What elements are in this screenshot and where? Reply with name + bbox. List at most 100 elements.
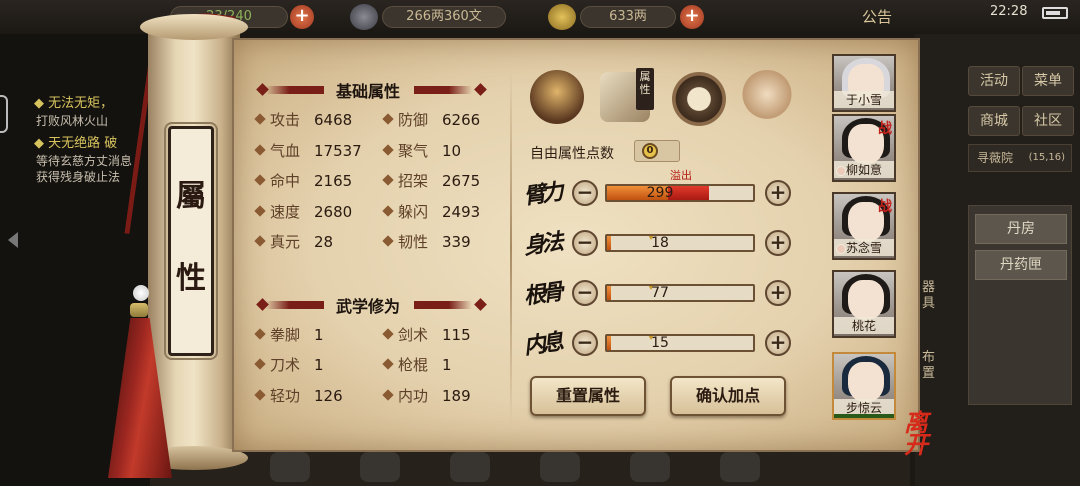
notice-button[interactable]: 公告 xyxy=(862,6,892,27)
stat-dodge: 躲闪 2493 xyxy=(382,202,480,222)
quest-title-2[interactable]: ◆ 天无绝路 破 xyxy=(34,132,117,151)
martial-lightness: 轻功 126 xyxy=(254,386,343,406)
room-item-danyaoxia[interactable]: 丹药匣 xyxy=(975,250,1067,280)
overflow-label: 溢出 xyxy=(670,169,692,182)
left-arrow-icon[interactable] xyxy=(8,232,18,248)
breath-minus-button[interactable]: − xyxy=(572,330,598,356)
character-name: 苏念雪 xyxy=(834,239,894,256)
martial-inner: 内功 189 xyxy=(382,386,471,406)
add-stamina-button[interactable]: + xyxy=(290,5,314,29)
game-screen: 23/240 + 266两360文 633两 + 公告 22:28 ◆ 无法无矩… xyxy=(0,0,1080,486)
side-label-buzhi[interactable]: 布置 xyxy=(922,350,942,382)
character-name: 于小雪 xyxy=(834,91,894,108)
character-card-4[interactable]: 桃花 xyxy=(832,270,896,338)
avatar-face xyxy=(848,362,884,402)
basic-attributes-title: 基础属性 xyxy=(335,82,400,101)
character-name: 桃花 xyxy=(834,317,894,334)
martial-spear: 枪棍 1 xyxy=(382,355,452,375)
attr-name-agility: 身法 xyxy=(522,229,562,260)
scroll-title-plate: 屬 性 xyxy=(164,122,218,360)
title-ornament-right xyxy=(414,301,472,309)
leave-button[interactable]: 离开 xyxy=(904,411,950,460)
activity-button[interactable]: 活动 xyxy=(968,66,1020,96)
nav-log-icon[interactable] xyxy=(630,452,670,482)
add-gold-button[interactable]: + xyxy=(680,5,704,29)
in-battle-badge: 战 xyxy=(878,121,892,137)
character-card-3[interactable]: 战 苏念雪 xyxy=(832,192,896,260)
character-hp-bar xyxy=(834,414,894,418)
stat-attack: 攻击 6468 xyxy=(254,110,352,130)
nav-team-icon[interactable] xyxy=(450,452,490,482)
reset-attributes-button[interactable]: 重置属性 xyxy=(530,376,646,416)
body-meridian-tab-icon[interactable] xyxy=(740,70,794,124)
agility-minus-button[interactable]: − xyxy=(572,230,598,256)
free-points-value: 0 xyxy=(642,143,658,159)
character-name: 柳如意 xyxy=(834,161,894,178)
strength-plus-button[interactable]: + xyxy=(765,180,791,206)
strength-minus-button[interactable]: − xyxy=(572,180,598,206)
clock: 22:28 xyxy=(990,4,1028,19)
stat-parry: 招架 2675 xyxy=(382,171,480,191)
nav-map-icon[interactable] xyxy=(720,452,760,482)
breath-bar: 15 xyxy=(605,334,755,352)
attr-name-strength: 臂力 xyxy=(522,179,562,210)
agility-plus-button[interactable]: + xyxy=(765,230,791,256)
constitution-value: 77 xyxy=(651,285,669,301)
stat-zhenyuan: 真元 28 xyxy=(254,232,333,252)
quest-desc-2a: 等待玄慈方丈消息 xyxy=(36,154,133,168)
room-item-danfang[interactable]: 丹房 xyxy=(975,214,1067,244)
martial-sword: 剑术 115 xyxy=(382,325,471,345)
attr-name-constitution: 根骨 xyxy=(522,279,562,310)
martial-fist: 拳脚 1 xyxy=(254,325,324,345)
community-button[interactable]: 社区 xyxy=(1022,106,1074,136)
gold-ingot-icon xyxy=(548,4,576,30)
collapse-tab[interactable] xyxy=(0,95,8,133)
constitution-bar: 77 xyxy=(605,284,755,302)
coin-pouch-icon xyxy=(350,4,378,30)
agility-bar: 18 xyxy=(605,234,755,252)
room-list: 丹房 丹药匣 xyxy=(968,205,1072,405)
agility-value: 18 xyxy=(651,235,669,251)
location-label: 寻薇院 (15,16) xyxy=(968,144,1072,172)
stat-defense: 防御 6266 xyxy=(382,110,480,130)
breath-plus-button[interactable]: + xyxy=(765,330,791,356)
martial-title: 武学修为 xyxy=(335,297,400,316)
menu-button[interactable]: 菜单 xyxy=(1022,66,1074,96)
side-label-qiju[interactable]: 器具 xyxy=(922,280,942,312)
scroll-title-char-2: 性 xyxy=(176,261,206,296)
title-ornament-left xyxy=(266,86,324,94)
character-card-2[interactable]: 战 柳如意 xyxy=(832,114,896,182)
strength-value: 299 xyxy=(646,185,674,201)
shop-button[interactable]: 商城 xyxy=(968,106,1020,136)
title-ornament-left xyxy=(266,301,324,309)
constitution-minus-button[interactable]: − xyxy=(572,280,598,306)
constitution-plus-button[interactable]: + xyxy=(765,280,791,306)
character-card-1[interactable]: 于小雪 xyxy=(832,54,896,112)
bagua-tab-icon[interactable] xyxy=(672,72,726,126)
quest-desc-1: 打败风林火山 xyxy=(36,114,109,128)
nav-skill-icon[interactable] xyxy=(360,452,400,482)
stat-hp: 气血 17537 xyxy=(254,141,362,161)
confirm-points-button[interactable]: 确认加点 xyxy=(670,376,786,416)
avatar-face xyxy=(848,280,884,320)
stat-juqi: 聚气 10 xyxy=(382,141,461,161)
quest-title-1[interactable]: ◆ 无法无矩， xyxy=(34,92,113,111)
tassel-knot xyxy=(130,303,148,317)
stat-toughness: 韧性 339 xyxy=(382,232,471,252)
martial-blade: 刀术 1 xyxy=(254,355,324,375)
paper-divider xyxy=(510,70,512,426)
nav-quest-icon[interactable] xyxy=(540,452,580,482)
character-portrait-tab-icon[interactable] xyxy=(530,70,584,124)
scroll-rod-top xyxy=(140,14,248,40)
tab-attributes-active[interactable]: 属性 xyxy=(636,68,654,110)
stat-hit: 命中 2165 xyxy=(254,171,352,191)
attr-name-breath: 内息 xyxy=(522,329,562,360)
bottom-nav-bar xyxy=(150,448,910,486)
character-card-5-selected[interactable]: 步惊云 xyxy=(832,352,896,420)
title-ornament-right xyxy=(414,86,472,94)
in-battle-badge: 战 xyxy=(878,199,892,215)
nav-bag-icon[interactable] xyxy=(270,452,310,482)
stat-speed: 速度 2680 xyxy=(254,202,352,222)
battery-icon xyxy=(1042,7,1068,19)
breath-value: 15 xyxy=(651,335,669,351)
